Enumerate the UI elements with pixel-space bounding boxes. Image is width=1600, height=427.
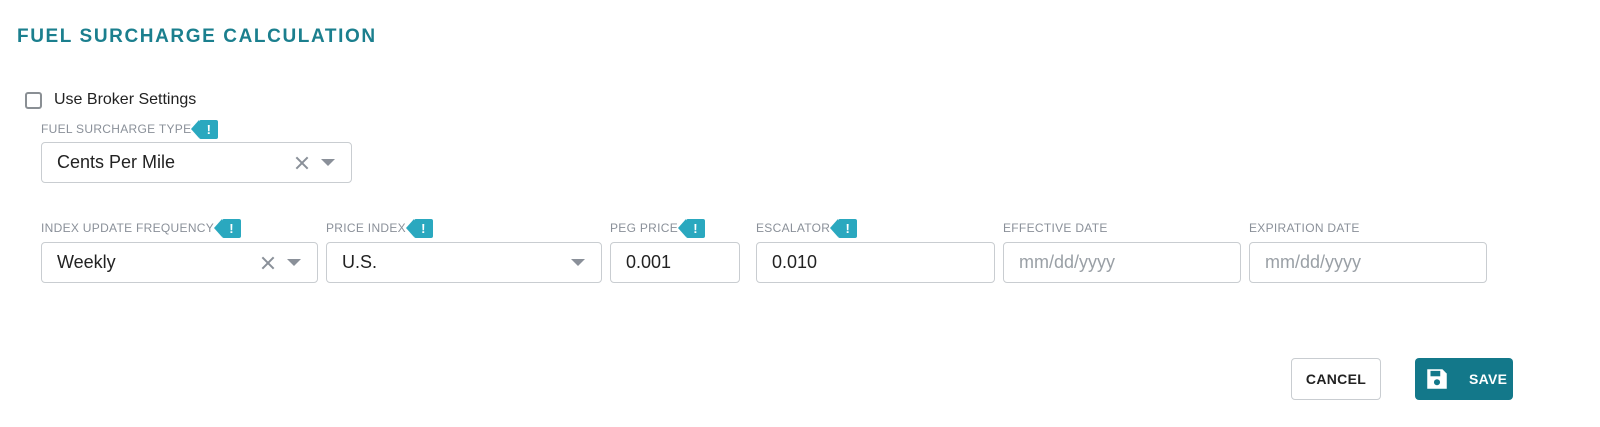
- peg-price-input[interactable]: [610, 242, 740, 283]
- effective-date-input[interactable]: [1003, 242, 1241, 283]
- checkbox-box[interactable]: [25, 91, 42, 109]
- checkbox-label: Use Broker Settings: [54, 91, 197, 108]
- use-broker-settings-checkbox[interactable]: Use Broker Settings: [25, 91, 196, 109]
- info-icon[interactable]: !: [191, 119, 219, 139]
- save-label: SAVE: [1469, 371, 1508, 387]
- info-icon[interactable]: !: [214, 218, 242, 238]
- selected-value: U.S.: [342, 252, 378, 272]
- escalator-label: ESCALATOR !: [756, 218, 858, 238]
- selected-value: Weekly: [57, 252, 116, 272]
- peg-price-label: PEG PRICE !: [610, 218, 706, 238]
- effective-date-label: EFFECTIVE DATE: [1003, 218, 1108, 238]
- close-icon[interactable]: [261, 256, 275, 270]
- label-text: FUEL SURCHARGE TYPE: [41, 122, 192, 136]
- escalator-input[interactable]: [756, 242, 995, 283]
- floppy-disk-icon: [1427, 369, 1447, 389]
- save-button[interactable]: SAVE: [1415, 358, 1513, 400]
- index-update-frequency-label: INDEX UPDATE FREQUENCY !: [41, 218, 242, 238]
- chevron-down-icon[interactable]: [287, 259, 301, 266]
- fuel-surcharge-type-select[interactable]: Cents Per Mile: [41, 142, 352, 183]
- label-text: PEG PRICE: [610, 221, 679, 235]
- label-text: EXPIRATION DATE: [1249, 221, 1360, 235]
- section-title: FUEL SURCHARGE CALCULATION: [17, 26, 377, 47]
- selected-value: Cents Per Mile: [57, 152, 176, 172]
- close-icon[interactable]: [295, 156, 309, 170]
- label-text: PRICE INDEX: [326, 221, 406, 235]
- label-text: INDEX UPDATE FREQUENCY: [41, 221, 215, 235]
- fuel-surcharge-type-label: FUEL SURCHARGE TYPE !: [41, 119, 219, 139]
- chevron-down-icon[interactable]: [321, 159, 335, 166]
- index-update-frequency-select[interactable]: Weekly: [41, 242, 318, 283]
- info-icon[interactable]: !: [405, 218, 433, 238]
- price-index-label: PRICE INDEX !: [326, 218, 433, 238]
- price-index-select[interactable]: U.S.: [326, 242, 602, 283]
- chevron-down-icon[interactable]: [571, 259, 585, 266]
- expiration-date-label: EXPIRATION DATE: [1249, 218, 1360, 238]
- info-icon[interactable]: !: [830, 218, 858, 238]
- expiration-date-input[interactable]: [1249, 242, 1487, 283]
- label-text: ESCALATOR: [756, 221, 831, 235]
- cancel-button[interactable]: CANCEL: [1291, 358, 1381, 400]
- info-icon[interactable]: !: [678, 218, 706, 238]
- label-text: EFFECTIVE DATE: [1003, 221, 1108, 235]
